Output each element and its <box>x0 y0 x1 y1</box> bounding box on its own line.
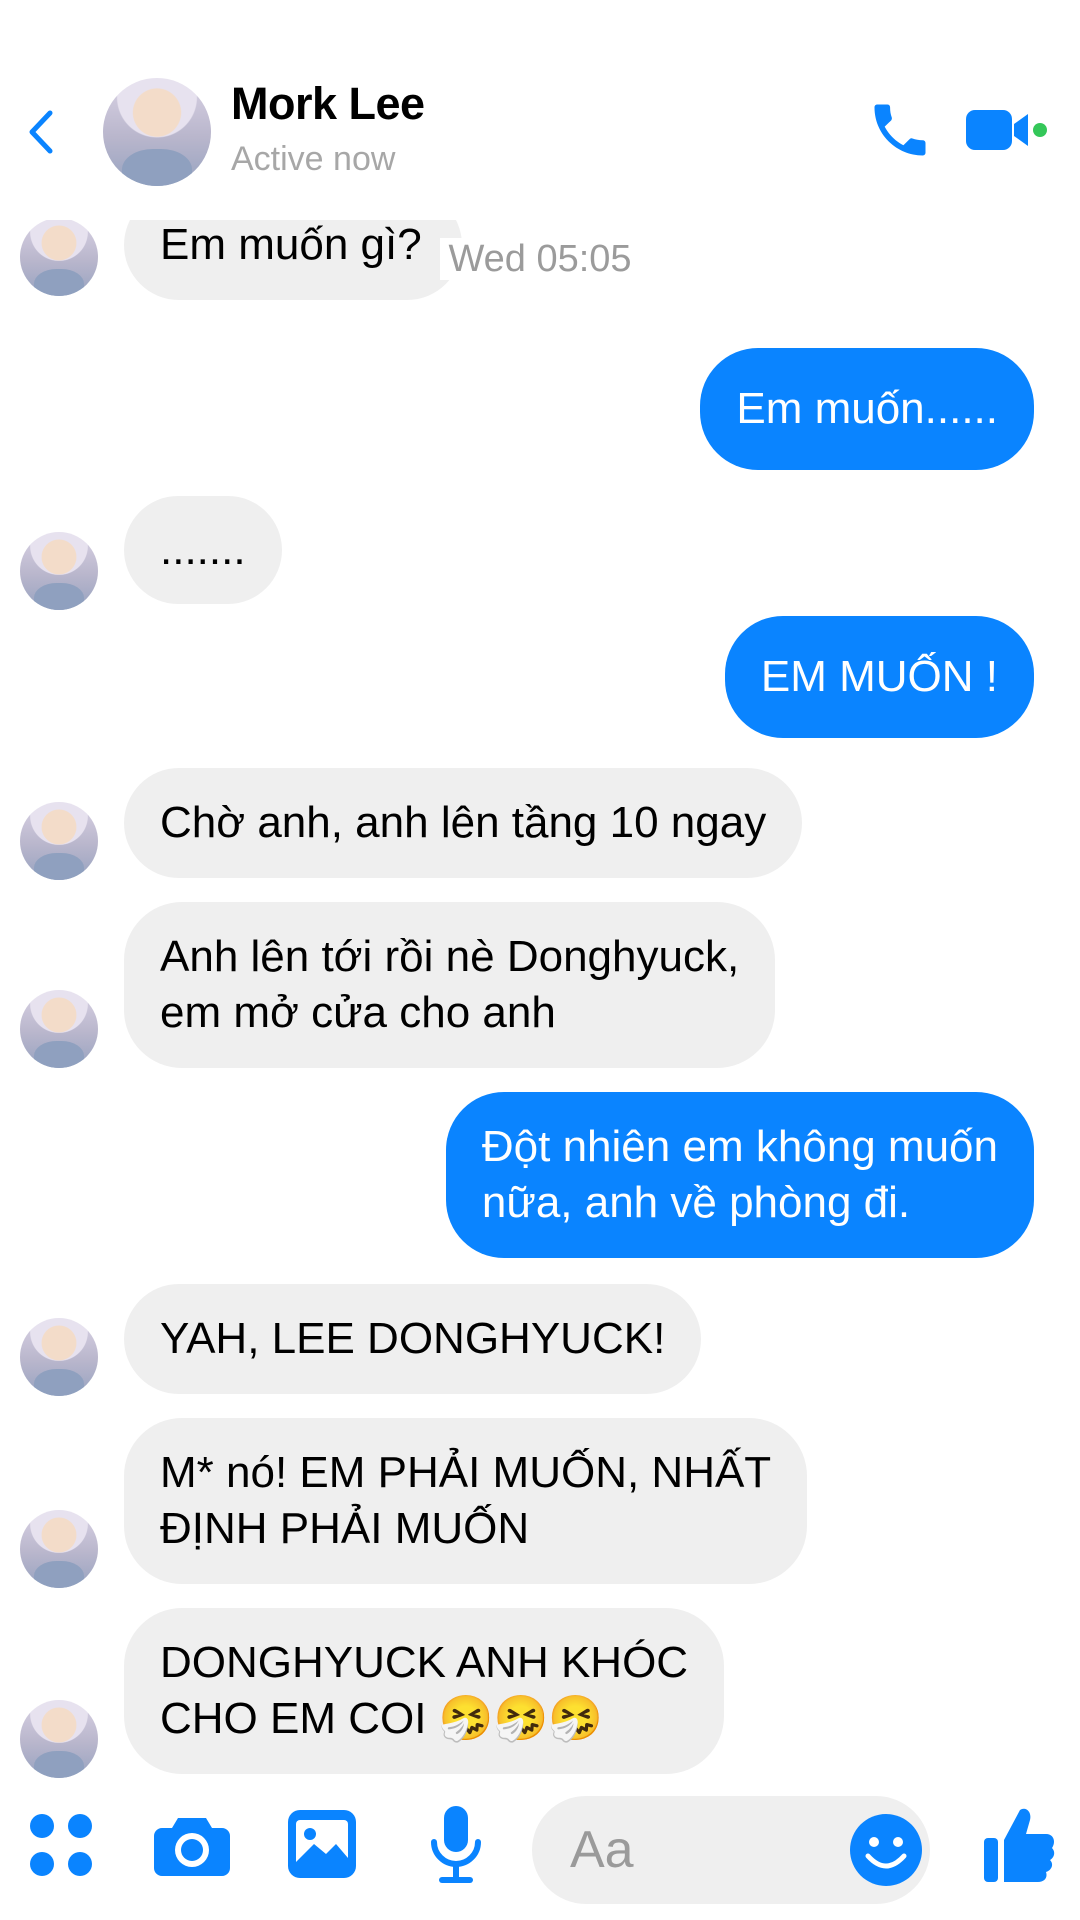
message-text-line: Anh lên tới rồi nè Donghyuck, <box>160 932 740 981</box>
message-timestamp: Wed 05:05 <box>0 238 1080 281</box>
microphone-icon <box>431 1806 481 1883</box>
contact-status: Active now <box>231 140 396 178</box>
incoming-message[interactable]: DONGHYUCK ANH KHÓC CHO EM COI 🤧🤧🤧 <box>124 1608 725 1774</box>
online-indicator <box>1033 123 1047 137</box>
camera-icon <box>154 1818 230 1876</box>
emoji-button[interactable] <box>848 1812 924 1888</box>
voice-message-button[interactable] <box>428 1804 484 1886</box>
outgoing-message[interactable]: Đột nhiên em không muốn nữa, anh về phòn… <box>445 1092 1034 1258</box>
message-text-line: ĐỊNH PHẢI MUỐN <box>160 1504 530 1553</box>
outgoing-message[interactable]: Em muốn...... <box>700 348 1034 470</box>
sender-avatar[interactable] <box>20 1510 98 1588</box>
video-camera-icon <box>966 110 1047 150</box>
message-text: Chờ anh, anh lên tầng 10 ngay <box>160 798 767 847</box>
message-text-line: DONGHYUCK ANH KHÓC <box>160 1638 689 1687</box>
apps-grid-icon <box>30 1814 92 1876</box>
contact-name[interactable]: Mork Lee <box>231 78 425 130</box>
contact-avatar[interactable] <box>103 78 211 186</box>
sender-avatar[interactable] <box>20 990 98 1068</box>
message-text: ....... <box>160 525 246 574</box>
incoming-message[interactable]: YAH, LEE DONGHYUCK! <box>124 1284 702 1394</box>
message-composer <box>0 1780 1080 1920</box>
camera-button[interactable] <box>152 1810 232 1880</box>
message-input[interactable] <box>568 1816 822 1884</box>
message-thread[interactable]: Wed 05:05 Em muốn gì? Em muốn...... ....… <box>0 220 1080 1780</box>
sender-avatar[interactable] <box>20 802 98 880</box>
emoji-icon <box>850 1814 922 1886</box>
message-text: Em muốn...... <box>736 384 998 433</box>
sender-avatar[interactable] <box>20 532 98 610</box>
thumbs-up-icon <box>984 1808 1055 1882</box>
back-button[interactable] <box>14 95 66 165</box>
video-call-button[interactable] <box>964 102 1050 158</box>
message-text-line: Đột nhiên em không muốn <box>481 1122 998 1171</box>
chevron-left-icon <box>29 110 53 154</box>
audio-call-button[interactable] <box>866 96 934 164</box>
message-text-line: em mở cửa cho anh <box>160 988 556 1037</box>
incoming-message[interactable]: Anh lên tới rồi nè Donghyuck, em mở cửa … <box>124 902 776 1068</box>
chat-header: Mork Lee Active now <box>0 0 1080 220</box>
message-text-line: M* nó! EM PHẢI MUỐN, NHẤT <box>160 1448 772 1497</box>
outgoing-message[interactable]: EM MUỐN ! <box>724 616 1034 738</box>
gallery-button[interactable] <box>286 1808 358 1880</box>
apps-button[interactable] <box>26 1810 96 1880</box>
sender-avatar[interactable] <box>20 1318 98 1396</box>
message-input-box[interactable] <box>532 1796 930 1904</box>
message-text-line: nữa, anh về phòng đi. <box>481 1178 911 1227</box>
gallery-icon <box>288 1810 356 1878</box>
message-text-line: CHO EM COI 🤧🤧🤧 <box>160 1694 604 1743</box>
phone-icon <box>874 104 926 156</box>
sender-avatar[interactable] <box>20 1700 98 1778</box>
incoming-message[interactable]: ....... <box>124 496 282 604</box>
message-text: EM MUỐN ! <box>760 652 998 701</box>
message-text: YAH, LEE DONGHYUCK! <box>160 1314 666 1363</box>
like-button[interactable] <box>982 1804 1056 1884</box>
incoming-message[interactable]: M* nó! EM PHẢI MUỐN, NHẤT ĐỊNH PHẢI MUỐN <box>124 1418 808 1584</box>
incoming-message[interactable]: Chờ anh, anh lên tầng 10 ngay <box>124 768 803 878</box>
